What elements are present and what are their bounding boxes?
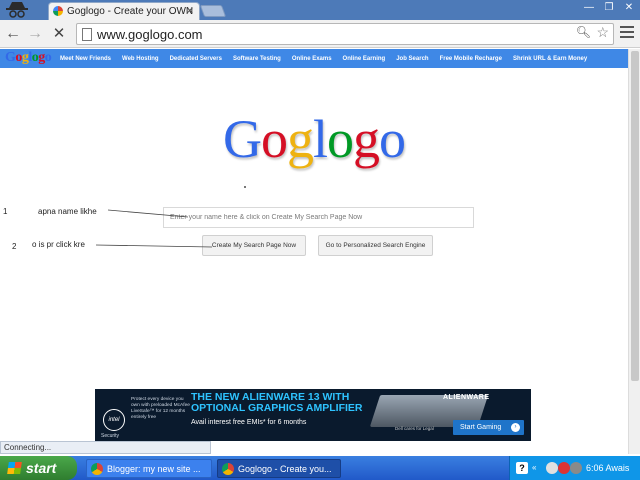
ad-headline-2: OPTIONAL GRAPHICS AMPLIFIER — [191, 402, 363, 414]
start-label: start — [26, 460, 57, 476]
forward-arrow-icon[interactable]: → — [26, 24, 44, 44]
address-bar[interactable]: 🔍︎ ☆ — [76, 23, 614, 45]
tab-goglogo[interactable]: Goglogo - Create your OWN ✕ — [48, 2, 200, 20]
page-icon — [82, 28, 92, 41]
nav-link[interactable]: Shrink URL & Earn Money — [513, 56, 587, 62]
tray-security-icon[interactable] — [558, 462, 570, 474]
nav-link[interactable]: Meet New Friends — [60, 56, 111, 62]
minimize-icon[interactable]: — — [580, 1, 598, 15]
annotation-number-2: 2 — [12, 242, 17, 251]
annotation-number-1: 1 — [3, 207, 8, 216]
alienware-ad-banner[interactable]: intel Protect every device you own with … — [95, 389, 531, 441]
help-icon[interactable]: ? — [516, 462, 528, 474]
taskbar-item-label: Blogger: my new site ... — [107, 464, 201, 474]
taskbar-item-label: Goglogo - Create you... — [238, 464, 332, 474]
nav-link[interactable]: Free Mobile Recharge — [440, 56, 502, 62]
incognito-icon — [6, 2, 28, 18]
url-input[interactable] — [97, 25, 567, 43]
chrome-icon — [222, 463, 234, 475]
site-nav-bar: Goglogo Meet New Friends Web Hosting Dedic… — [0, 49, 628, 68]
tab-title: Goglogo - Create your OWN — [67, 6, 194, 17]
personalized-search-engine-button[interactable]: Go to Personalized Search Engine — [318, 235, 433, 256]
stop-loading-icon[interactable]: ✕ — [50, 24, 68, 44]
browser-tab-bar: Goglogo - Create your OWN ✕ — ❐ ✕ — [0, 0, 640, 20]
maximize-icon[interactable]: ❐ — [600, 1, 618, 15]
goglogo-main-logo: Goglogo — [222, 109, 406, 169]
scrollbar-thumb[interactable] — [631, 51, 639, 381]
ad-dell-text: Dell cares for Legal — [395, 426, 434, 431]
menu-hamburger-icon[interactable] — [620, 26, 634, 40]
tray-app-icon[interactable] — [546, 462, 558, 474]
annotation-text-2: o is pr click kre — [32, 240, 85, 249]
start-gaming-button[interactable]: Start Gaming › — [453, 420, 524, 435]
arrow-right-icon: › — [511, 423, 520, 432]
site-nav-links: Meet New Friends Web Hosting Dedicated Ser… — [60, 49, 598, 68]
system-tray: ? « 6:06 Awais — [509, 456, 640, 480]
ad-subtext: Avail interest free EMIs* for 6 months — [191, 419, 307, 426]
browser-toolbar: ← → ✕ 🔍︎ ☆ — [0, 20, 640, 48]
tray-chevron-icon[interactable]: « — [532, 462, 538, 474]
taskbar-clock: 6:06 Awais — [586, 463, 630, 473]
windows-logo-icon — [7, 462, 22, 474]
taskbar-item-blogger[interactable]: Blogger: my new site ... — [86, 459, 212, 478]
zoom-magnifier-icon[interactable]: 🔍︎ — [576, 25, 591, 39]
taskbar-item-goglogo[interactable]: Goglogo - Create you... — [217, 459, 341, 478]
close-window-icon[interactable]: ✕ — [620, 1, 638, 15]
back-arrow-icon[interactable]: ← — [4, 24, 22, 44]
start-gaming-label: Start Gaming — [460, 424, 502, 431]
nav-link[interactable]: Online Exams — [292, 56, 332, 62]
nav-link[interactable]: Software Testing — [233, 56, 281, 62]
vertical-scrollbar[interactable] — [628, 49, 640, 454]
start-button[interactable]: start — [0, 456, 77, 480]
intel-logo-icon: intel — [103, 409, 125, 431]
name-search-input[interactable] — [163, 207, 474, 228]
bookmark-star-icon[interactable]: ☆ — [596, 24, 609, 41]
create-search-page-button[interactable]: Create My Search Page Now — [202, 235, 306, 256]
windows-taskbar: start Blogger: my new site ... Goglogo -… — [0, 456, 640, 480]
ad-headline: THE NEW ALIENWARE 13 WITH OPTIONAL GRAPH… — [191, 392, 391, 414]
ad-left-text: Protect every device you own with preloa… — [131, 397, 190, 420]
close-tab-icon[interactable]: ✕ — [186, 3, 194, 20]
annotation-line-2 — [95, 244, 213, 248]
site-logo[interactable]: Goglogo — [5, 50, 52, 66]
annotation-text-1: apna name likhe — [38, 207, 97, 216]
nav-link[interactable]: Web Hosting — [122, 56, 159, 62]
new-tab-button[interactable] — [199, 5, 227, 17]
nav-link[interactable]: Online Earning — [343, 56, 386, 62]
window-controls: — ❐ ✕ — [580, 1, 638, 15]
alienware-brand: ALIENWARE — [443, 394, 490, 401]
nav-link[interactable]: Job Search — [396, 56, 428, 62]
decorative-dot — [244, 186, 246, 188]
tray-speaker-icon[interactable] — [570, 462, 582, 474]
status-bubble: Connecting... — [0, 441, 211, 454]
chrome-icon — [91, 463, 103, 475]
ad-left-panel: intel Protect every device you own with … — [99, 395, 190, 439]
nav-link[interactable]: Dedicated Servers — [170, 56, 222, 62]
ad-security-label: Security — [101, 433, 120, 439]
goglogo-favicon-icon — [53, 6, 63, 16]
